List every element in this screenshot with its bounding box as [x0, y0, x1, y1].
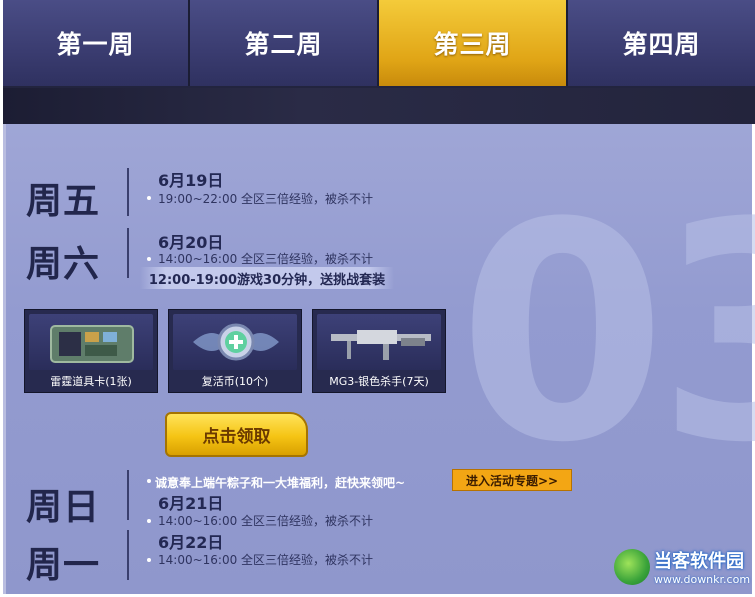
- bullet-icon: [147, 558, 151, 562]
- reward-caption: MG3-银色杀手(7天): [329, 375, 429, 388]
- divider-line: [127, 228, 129, 278]
- desc-sat: 14:00~16:00 全区三倍经验，被杀不计: [158, 252, 374, 266]
- site-watermark: 当客软件园 www.downkr.com: [614, 547, 750, 586]
- sat-bonus-banner: 12:00-19:00游戏30分钟，送挑战套装: [140, 267, 394, 289]
- divider-line: [127, 168, 129, 216]
- machine-gun-icon: [317, 314, 441, 370]
- promo-text: 诚意奉上端午粽子和一大堆福利，赶快来领吧~: [155, 476, 406, 490]
- desc-fri: 19:00~22:00 全区三倍经验，被杀不计: [158, 192, 374, 206]
- reward-card: MG3-银色杀手(7天): [312, 309, 446, 393]
- date-fri: 6月19日: [158, 171, 224, 190]
- reward-caption: 雷霆道具卡(1张): [50, 375, 132, 388]
- day-label-fri: 周五: [26, 181, 101, 222]
- reward-caption: 复活币(10个): [201, 375, 269, 388]
- watermark-logo-icon: [614, 548, 650, 585]
- bullet-icon: [147, 519, 151, 523]
- event-topic-button[interactable]: 进入活动专题>>: [452, 469, 572, 491]
- desc-mon: 14:00~16:00 全区三倍经验，被杀不计: [158, 553, 374, 567]
- tab-week-1[interactable]: 第一周: [3, 0, 190, 86]
- watermark-url: www.downkr.com: [654, 573, 751, 586]
- date-sun: 6月21日: [158, 494, 224, 513]
- item-card-icon: [29, 314, 153, 370]
- claim-button[interactable]: 点击领取: [165, 412, 308, 457]
- day-label-sun: 周日: [26, 487, 101, 528]
- date-mon: 6月22日: [158, 533, 224, 552]
- week-tabs: 第一周 第二周 第三周 第四周: [3, 0, 755, 88]
- revive-coin-icon: [173, 314, 297, 370]
- bullet-icon: [147, 479, 151, 483]
- event-page: 第一周 第二周 第三周 第四周 03 周五 6月19日 19:00~22:00 …: [0, 0, 755, 597]
- week-number-watermark: 03: [458, 159, 755, 508]
- tab-week-4[interactable]: 第四周: [568, 0, 755, 86]
- desc-sun: 14:00~16:00 全区三倍经验，被杀不计: [158, 514, 374, 528]
- reward-card: 复活币(10个): [168, 309, 302, 393]
- tab-week-3[interactable]: 第三周: [379, 0, 568, 86]
- tab-week-2[interactable]: 第二周: [190, 0, 379, 86]
- watermark-title: 当客软件园: [654, 551, 744, 572]
- day-label-mon: 周一: [26, 545, 101, 586]
- divider-line: [127, 470, 129, 520]
- reward-card: 雷霆道具卡(1张): [24, 309, 158, 393]
- bullet-icon: [147, 257, 151, 261]
- header-strip: [3, 88, 755, 124]
- divider-line: [127, 530, 129, 580]
- day-label-sat: 周六: [26, 244, 101, 285]
- bullet-icon: [147, 196, 151, 200]
